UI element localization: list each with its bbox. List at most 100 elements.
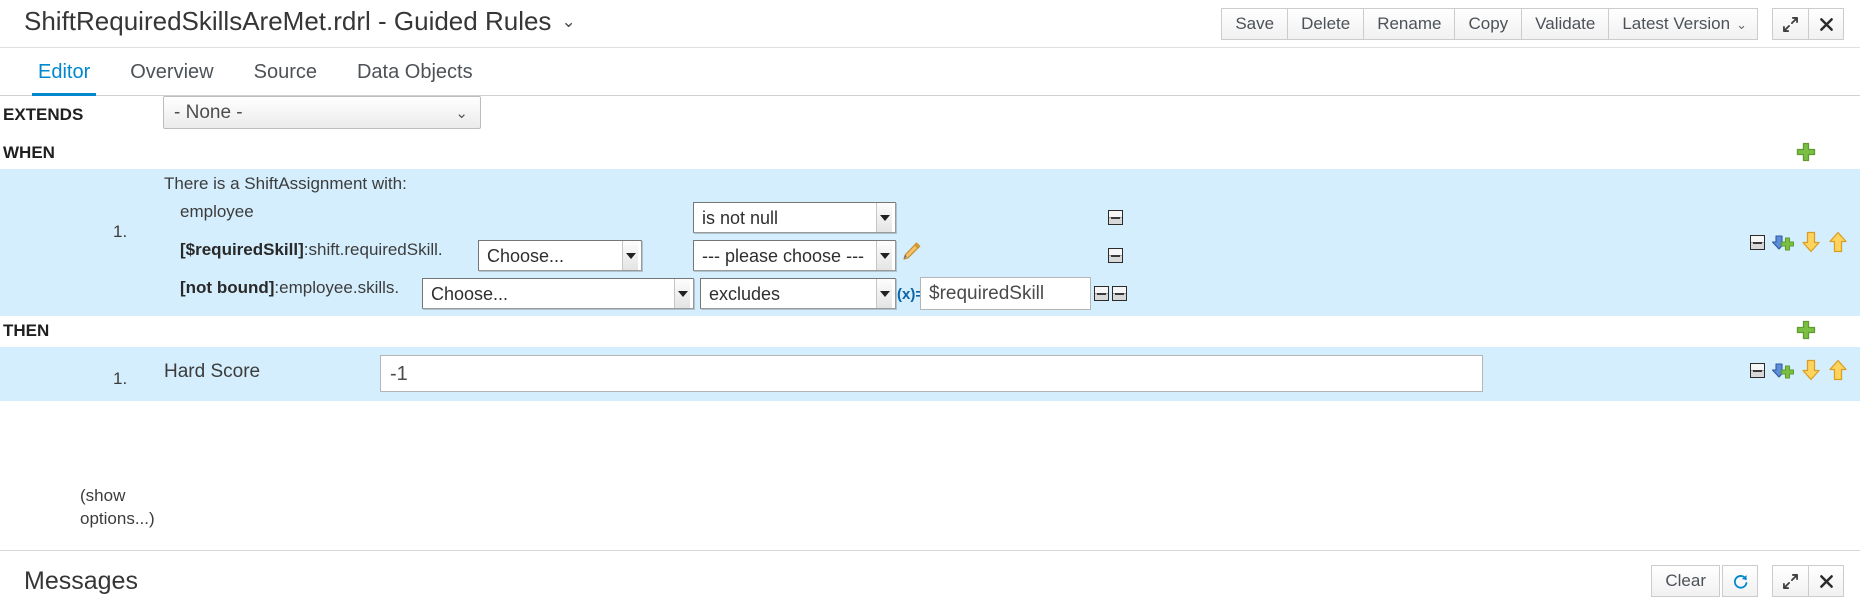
refresh-messages-button[interactable] — [1722, 565, 1758, 597]
constraint-row-2-delete-button[interactable] — [1108, 248, 1123, 263]
constraint-row-2-binding: [$requiredSkill] — [180, 240, 304, 259]
constraint-row-2-field: [$requiredSkill]:shift.requiredSkill. — [180, 240, 443, 260]
tab-source[interactable]: Source — [234, 61, 337, 95]
refresh-icon — [1732, 573, 1749, 590]
page-title: ShiftRequiredSkillsAreMet.rdrl - Guided … — [24, 6, 576, 37]
tab-editor-label: Editor — [38, 61, 90, 83]
tab-editor[interactable]: Editor — [18, 61, 110, 95]
tab-overview[interactable]: Overview — [110, 61, 233, 95]
messages-title: Messages — [24, 567, 138, 596]
pencil-icon — [900, 241, 922, 265]
constraint-row-1-field-label: employee — [180, 202, 254, 221]
messages-maximize-button[interactable] — [1772, 565, 1808, 597]
constraint-row-2-operator-value: --- please choose --- — [702, 246, 864, 266]
green-plus-icon — [1795, 319, 1817, 341]
constraint-row-3-delete-button[interactable] — [1094, 286, 1109, 301]
dropdown-arrow-icon — [622, 241, 638, 270]
move-up-icon[interactable] — [1828, 231, 1848, 253]
constraint-row-3-value-text: $requiredSkill — [929, 283, 1044, 304]
add-condition-button[interactable] — [1795, 141, 1817, 163]
move-down-icon[interactable] — [1801, 231, 1821, 253]
dropdown-arrow-icon — [876, 279, 892, 308]
tab-data-objects[interactable]: Data Objects — [337, 61, 493, 95]
constraint-row-1-operator-select[interactable]: is not null — [693, 202, 896, 233]
validate-button[interactable]: Validate — [1521, 8, 1608, 40]
close-icon — [1819, 17, 1834, 32]
constraint-row-3-operator-value: excludes — [709, 284, 780, 304]
action-value-input[interactable]: -1 — [380, 355, 1483, 392]
document-actions: Save Delete Rename Copy Validate Latest … — [1221, 8, 1758, 40]
action-index: 1. — [113, 369, 127, 389]
constraint-row-2-field-select[interactable]: Choose... — [478, 240, 642, 271]
constraint-row-2-field-value: Choose... — [487, 246, 564, 266]
clear-messages-button[interactable]: Clear — [1651, 565, 1720, 597]
toolbar-spacer — [1758, 8, 1772, 40]
editor-tabs: Editor Overview Source Data Objects — [0, 48, 1860, 96]
messages-panel: Messages Clear — [0, 550, 1860, 612]
extends-label: EXTENDS — [3, 105, 83, 125]
constraint-row-1-field: employee — [180, 202, 254, 222]
add-action-button[interactable] — [1795, 319, 1817, 341]
chevron-down-icon: ⌄ — [1736, 17, 1747, 32]
action-label: Hard Score — [164, 361, 260, 383]
pattern-description: There is a ShiftAssignment with: — [164, 174, 407, 194]
then-action-block: 1. Hard Score -1 — [0, 347, 1860, 401]
chevron-down-icon[interactable]: ⌄ — [561, 12, 575, 32]
constraint-row-3-operator-select[interactable]: excludes — [700, 278, 896, 309]
when-label: WHEN — [3, 143, 55, 163]
copy-button[interactable]: Copy — [1454, 8, 1521, 40]
move-down-icon[interactable] — [1801, 359, 1821, 381]
save-button[interactable]: Save — [1221, 8, 1287, 40]
tab-data-objects-label: Data Objects — [357, 61, 473, 83]
rule-editor-body: EXTENDS - None - ⌄ WHEN There is a Shift… — [0, 96, 1860, 401]
green-plus-icon — [1795, 141, 1817, 163]
close-icon — [1819, 574, 1834, 589]
constraint-row-3-value-input[interactable]: $requiredSkill — [920, 277, 1091, 310]
show-options-link[interactable]: (show options...) — [80, 484, 175, 530]
then-header-row: THEN — [0, 316, 1860, 347]
version-selector-button[interactable]: Latest Version ⌄ — [1608, 8, 1758, 40]
when-header-row: WHEN — [0, 138, 1860, 169]
maximize-button[interactable] — [1772, 8, 1808, 40]
then-label: THEN — [3, 321, 49, 341]
version-selector-label: Latest Version — [1622, 14, 1730, 33]
action-value-text: -1 — [390, 363, 408, 385]
tab-source-label: Source — [254, 61, 317, 83]
action-row-actions — [1750, 359, 1848, 381]
constraint-row-1-delete-button[interactable] — [1108, 210, 1123, 225]
constraint-row-3-remove-value-button[interactable] — [1112, 286, 1127, 301]
constraint-row-2-operator-select[interactable]: --- please choose --- — [693, 240, 896, 271]
extends-select-value: - None - — [174, 102, 243, 123]
condition-row-actions — [1750, 231, 1848, 253]
close-button[interactable] — [1808, 8, 1844, 40]
page-title-text: ShiftRequiredSkillsAreMet.rdrl - Guided … — [24, 6, 551, 36]
constraint-row-3-path: :employee.skills. — [274, 278, 399, 297]
constraint-row-3-binding: [not bound] — [180, 278, 274, 297]
title-bar: ShiftRequiredSkillsAreMet.rdrl - Guided … — [0, 0, 1860, 48]
chevron-down-icon: ⌄ — [455, 101, 468, 127]
condition-index: 1. — [113, 222, 127, 242]
when-condition-block: There is a ShiftAssignment with: 1. empl… — [0, 169, 1860, 316]
messages-close-button[interactable] — [1808, 565, 1844, 597]
dropdown-arrow-icon — [674, 279, 690, 308]
move-up-icon[interactable] — [1828, 359, 1848, 381]
minus-square-icon[interactable] — [1750, 235, 1765, 250]
constraint-row-2-edit-button[interactable] — [900, 241, 922, 265]
add-below-icon[interactable] — [1772, 359, 1794, 381]
dropdown-arrow-icon — [876, 203, 892, 232]
tab-overview-label: Overview — [130, 61, 213, 83]
extends-select[interactable]: - None - ⌄ — [163, 96, 481, 129]
minus-square-icon[interactable] — [1750, 363, 1765, 378]
rename-button[interactable]: Rename — [1363, 8, 1454, 40]
guided-rules-editor: ShiftRequiredSkillsAreMet.rdrl - Guided … — [0, 0, 1860, 612]
expand-arrows-icon — [1783, 17, 1798, 32]
expand-arrows-icon — [1783, 574, 1798, 589]
extends-row: EXTENDS - None - ⌄ — [0, 96, 1860, 138]
delete-button[interactable]: Delete — [1287, 8, 1363, 40]
constraint-row-2-path: :shift.requiredSkill. — [304, 240, 443, 259]
window-controls — [1772, 8, 1844, 40]
add-below-icon[interactable] — [1772, 231, 1794, 253]
messages-toolbar: Clear — [1651, 565, 1844, 597]
constraint-row-3-field-select[interactable]: Choose... — [422, 278, 694, 309]
constraint-row-3-field-value: Choose... — [431, 284, 508, 304]
